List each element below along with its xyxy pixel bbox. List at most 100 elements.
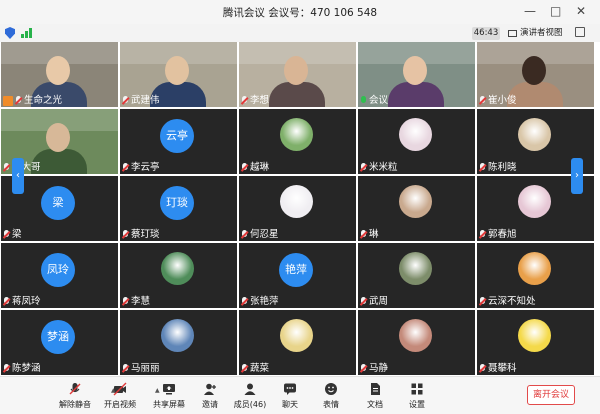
video-person-head — [165, 56, 189, 85]
participant-name-bar: 马丽丽 — [120, 362, 163, 375]
participant-name: 蔡玎琰 — [131, 229, 160, 240]
meeting-timer: 46:43 — [472, 27, 500, 40]
participant-name: 武建伟 — [131, 95, 160, 106]
leave-meeting-button[interactable]: 离开会议 — [527, 385, 575, 405]
participant-name: 陈梦涵 — [12, 363, 41, 374]
participant-tile[interactable]: 梦涵 陈梦涵 — [1, 310, 118, 375]
mic-muted-icon — [360, 364, 367, 373]
toolbar-label: 文档 — [367, 400, 383, 409]
toolbar-label: 解除静音 — [59, 400, 91, 409]
video-options-chevron-icon[interactable]: ▲ — [155, 387, 160, 394]
participant-tile[interactable]: 琳 — [358, 176, 475, 241]
video-person-head — [46, 123, 70, 152]
toolbar-label: 邀请 — [202, 400, 218, 409]
toolbar-chat-button[interactable]: 聊天 — [268, 381, 312, 411]
participant-tile[interactable]: 崔小俊 — [477, 42, 594, 107]
avatar — [280, 185, 313, 218]
window-title: 腾讯会议 会议号：470 106 548 — [222, 7, 378, 19]
participant-name-bar: 蔬菜 — [239, 362, 272, 375]
meeting-info-bar: 46:43 演讲者视图 — [0, 24, 600, 42]
participant-tile[interactable]: 马丽丽 — [120, 310, 237, 375]
security-shield-icon[interactable] — [5, 27, 15, 39]
mic-muted-icon — [122, 297, 129, 306]
avatar — [399, 319, 432, 352]
avatar: 云亭 — [160, 119, 194, 153]
participant-name-bar: 李云亭 — [120, 161, 163, 174]
participant-name-bar: 李慧 — [120, 295, 153, 308]
participant-name-bar: 米米粒 — [358, 161, 401, 174]
mic-muted-icon — [3, 297, 10, 306]
toolbar-camera-off-button[interactable]: 开启视频 — [98, 381, 142, 411]
toolbar-label: 设置 — [409, 400, 425, 409]
chat-icon — [283, 381, 297, 395]
toolbar-label: 聊天 — [282, 400, 298, 409]
participant-name-bar: 张艳萍 — [239, 295, 282, 308]
participant-tile[interactable]: 艳萍 张艳萍 — [239, 243, 356, 308]
participant-name-bar: 郭春旭 — [477, 228, 520, 241]
participant-tile[interactable]: 生命之光 — [1, 42, 118, 107]
participant-tile[interactable]: 何忍星 — [239, 176, 356, 241]
video-person-body — [269, 82, 325, 107]
toolbar-label: 表情 — [323, 400, 339, 409]
maximize-button[interactable]: □ — [550, 4, 561, 18]
avatar — [518, 118, 551, 151]
participant-tile[interactable]: 越琳 — [239, 109, 356, 174]
participant-tile[interactable]: 武周 — [358, 243, 475, 308]
meeting-window: 腾讯会议 会议号：470 106 548 — □ ✕ 46:43 演讲者视图 生… — [0, 0, 600, 414]
participant-tile[interactable]: 聂攀科 — [477, 310, 594, 375]
speaker-view-button[interactable]: 演讲者视图 — [508, 27, 563, 40]
mic-options-chevron-icon[interactable]: ▲ — [111, 387, 116, 394]
avatar — [399, 118, 432, 151]
mic-muted-icon — [241, 230, 248, 239]
toolbar-document-button[interactable]: 文档 — [353, 381, 397, 411]
host-badge-icon — [3, 95, 13, 106]
participant-name: 云深不知处 — [488, 296, 536, 307]
avatar: 梦涵 — [41, 320, 75, 354]
participant-tile[interactable]: 云深不知处 — [477, 243, 594, 308]
video-person-body — [388, 82, 444, 107]
video-person-head — [284, 56, 308, 85]
participant-tile[interactable]: 武建伟 — [120, 42, 237, 107]
settings-icon — [410, 381, 424, 395]
participant-name: 聂攀科 — [488, 363, 517, 374]
share-screen-icon — [162, 381, 176, 395]
network-signal-icon[interactable] — [21, 28, 33, 38]
mic-muted-icon — [3, 163, 10, 172]
participant-name: 米米粒 — [369, 162, 398, 173]
participant-tile[interactable]: 李慧 — [120, 243, 237, 308]
toolbar-settings-button[interactable]: 设置 — [395, 381, 439, 411]
prev-page-button[interactable]: ‹ — [12, 158, 24, 194]
fullscreen-icon[interactable] — [575, 27, 585, 37]
next-page-button[interactable]: › — [571, 158, 583, 194]
participant-tile[interactable]: 米米粒 — [358, 109, 475, 174]
participant-tile[interactable]: 玎琰 蔡玎琰 — [120, 176, 237, 241]
toolbar-invite-button[interactable]: 邀请 — [188, 381, 232, 411]
participant-name-bar: 会议 — [358, 94, 391, 107]
participant-name-bar: 云深不知处 — [477, 295, 539, 308]
participant-tile[interactable]: 凤玲蒋凤玲 — [1, 243, 118, 308]
toolbar-mic-muted-button[interactable]: 解除静音 — [53, 381, 97, 411]
toolbar-share-screen-button[interactable]: 共享屏幕 — [147, 381, 191, 411]
close-button[interactable]: ✕ — [576, 4, 586, 18]
participant-tile[interactable]: 马静 — [358, 310, 475, 375]
minimize-button[interactable]: — — [524, 4, 536, 18]
avatar: 凤玲 — [41, 253, 75, 287]
toolbar-label: 开启视频 — [104, 400, 136, 409]
participant-name-bar: 越琳 — [239, 161, 272, 174]
participant-name-bar: 聂攀科 — [477, 362, 520, 375]
mic-muted-icon — [241, 96, 248, 105]
mic-muted-icon — [122, 230, 129, 239]
mic-muted-icon — [479, 230, 486, 239]
participant-name-bar: 蒋凤玲 — [1, 295, 44, 308]
participant-tile[interactable]: 会议 — [358, 42, 475, 107]
participant-name-bar: 何忍星 — [239, 228, 282, 241]
toolbar-emoji-button[interactable]: 表情 — [309, 381, 353, 411]
grid-view-icon — [508, 30, 517, 37]
participant-tile[interactable]: 蔬菜 — [239, 310, 356, 375]
participant-tile[interactable]: 李想 — [239, 42, 356, 107]
participant-tile[interactable]: 云亭李云亭 — [120, 109, 237, 174]
mic-muted-icon — [360, 297, 367, 306]
toolbar-members-button[interactable]: 成员(46) — [228, 381, 272, 411]
participant-name: 蔬菜 — [250, 363, 270, 374]
mic-on-icon — [360, 96, 367, 105]
